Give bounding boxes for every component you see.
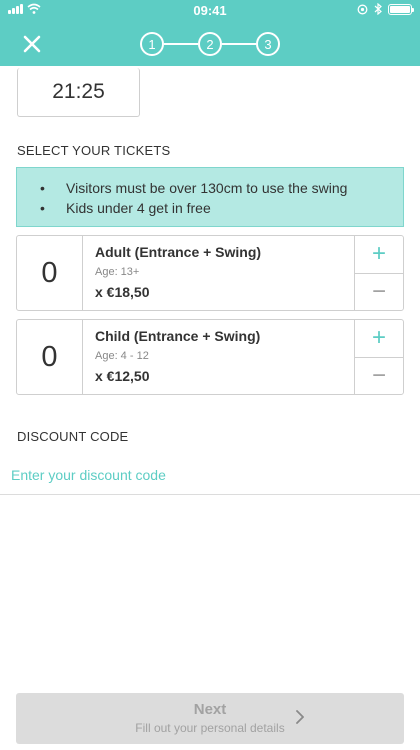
chevron-right-icon bbox=[296, 710, 304, 724]
next-button-label: Next bbox=[193, 701, 227, 718]
increment-button[interactable]: + bbox=[355, 236, 403, 273]
info-note: • Visitors must be over 130cm to use the … bbox=[40, 180, 348, 196]
ticket-card-child: 0 Child (Entrance + Swing) Age: 4 - 12 x… bbox=[16, 319, 404, 395]
footer: Next Fill out your personal details bbox=[0, 680, 420, 750]
step-3: 3 bbox=[256, 32, 280, 56]
increment-button[interactable]: + bbox=[355, 320, 403, 357]
step-connector bbox=[222, 43, 256, 45]
ticket-name: Child (Entrance + Swing) bbox=[95, 328, 261, 344]
quantity-controls: + − bbox=[354, 236, 403, 310]
ticket-price: x €12,50 bbox=[95, 368, 150, 384]
step-1: 1 bbox=[140, 32, 164, 56]
ticket-price: x €18,50 bbox=[95, 284, 150, 300]
time-selector[interactable]: 21:25 bbox=[17, 68, 140, 117]
next-button-sublabel: Fill out your personal details bbox=[135, 721, 285, 735]
ticket-age: Age: 4 - 12 bbox=[95, 350, 149, 362]
location-lock-icon bbox=[357, 4, 368, 14]
ticket-quantity: 0 bbox=[17, 236, 83, 310]
step-2: 2 bbox=[198, 32, 222, 56]
battery-icon bbox=[388, 3, 414, 15]
progress-stepper: 1 2 3 bbox=[140, 32, 280, 56]
ticket-details: Adult (Entrance + Swing) Age: 13+ x €18,… bbox=[83, 236, 354, 310]
ticket-card-adult: 0 Adult (Entrance + Swing) Age: 13+ x €1… bbox=[16, 235, 404, 311]
ticket-info-box: • Visitors must be over 130cm to use the … bbox=[16, 167, 404, 227]
ticket-age: Age: 13+ bbox=[95, 266, 140, 278]
decrement-button[interactable]: − bbox=[355, 356, 403, 395]
close-icon[interactable] bbox=[20, 32, 44, 56]
ticket-quantity: 0 bbox=[17, 320, 83, 394]
tickets-section-title: SELECT YOUR TICKETS bbox=[17, 143, 171, 158]
ticket-details: Child (Entrance + Swing) Age: 4 - 12 x €… bbox=[83, 320, 354, 394]
bluetooth-icon bbox=[374, 3, 382, 15]
step-connector bbox=[164, 43, 198, 45]
decrement-button[interactable]: − bbox=[355, 272, 403, 311]
nav-bar: 1 2 3 bbox=[0, 22, 420, 66]
quantity-controls: + − bbox=[354, 320, 403, 394]
discount-section-title: DISCOUNT CODE bbox=[17, 429, 129, 444]
ticket-name: Adult (Entrance + Swing) bbox=[95, 244, 262, 260]
discount-code-input[interactable] bbox=[0, 455, 420, 495]
info-note: • Kids under 4 get in free bbox=[40, 200, 211, 216]
status-bar: 09:41 bbox=[0, 0, 420, 22]
next-button[interactable]: Next Fill out your personal details bbox=[16, 693, 404, 744]
status-right bbox=[357, 3, 414, 15]
